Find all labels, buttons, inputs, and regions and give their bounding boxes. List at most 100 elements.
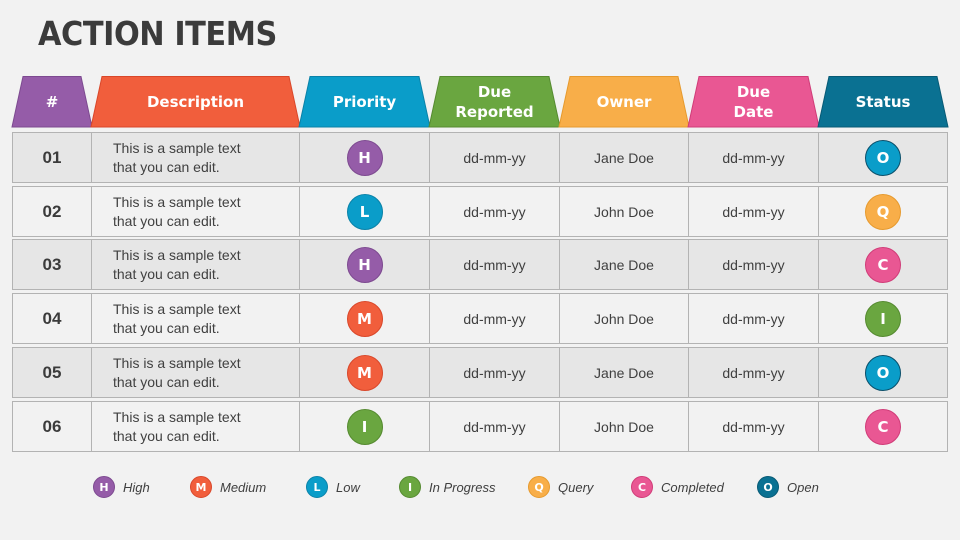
row-priority-cell[interactable]: I	[300, 402, 430, 451]
row-description: This is a sample text that you can edit.	[113, 139, 241, 175]
row-status-cell[interactable]: O	[819, 133, 947, 182]
row-priority-cell[interactable]: M	[300, 294, 430, 343]
header-number-label: #	[45, 92, 59, 111]
row-due-date-cell[interactable]: dd-mm-yy	[689, 240, 819, 289]
header-owner-label: Owner	[596, 92, 652, 111]
row-owner-cell[interactable]: Jane Doe	[560, 133, 689, 182]
row-number: 02	[42, 201, 62, 221]
row-description-cell[interactable]: This is a sample text that you can edit.	[92, 348, 300, 397]
priority-badge: I	[346, 408, 383, 445]
row-description-cell[interactable]: This is a sample text that you can edit.	[92, 294, 300, 343]
header-status: Status	[817, 76, 949, 128]
page-title: ACTION ITEMS	[38, 14, 277, 53]
row-number-cell[interactable]: 04	[13, 294, 92, 343]
priority-badge: H	[346, 246, 383, 283]
row-number-cell[interactable]: 03	[13, 240, 92, 289]
header-due-reported: Due Reported	[428, 76, 561, 128]
row-description-cell[interactable]: This is a sample text that you can edit.	[92, 240, 300, 289]
row-due-reported: dd-mm-yy	[463, 149, 526, 166]
row-priority-cell[interactable]: H	[300, 133, 430, 182]
header-due-date: Due Date	[687, 76, 820, 128]
row-due-date: dd-mm-yy	[722, 418, 785, 435]
row-due-date-cell[interactable]: dd-mm-yy	[689, 402, 819, 451]
row-due-reported-cell[interactable]: dd-mm-yy	[430, 240, 560, 289]
row-description: This is a sample text that you can edit.	[113, 354, 241, 390]
row-status-cell[interactable]: Q	[819, 187, 947, 236]
row-status-cell[interactable]: C	[819, 240, 947, 289]
row-priority-cell[interactable]: L	[300, 187, 430, 236]
row-owner-cell[interactable]: John Doe	[560, 187, 689, 236]
legend-item: H High	[93, 476, 150, 498]
row-number-cell[interactable]: 02	[13, 187, 92, 236]
table-row[interactable]: 03 This is a sample text that you can edi…	[12, 239, 948, 290]
row-number: 04	[42, 308, 62, 328]
table-row[interactable]: 05 This is a sample text that you can edi…	[12, 347, 948, 398]
table-row[interactable]: 04 This is a sample text that you can edi…	[12, 293, 948, 344]
row-owner: Jane Doe	[594, 364, 654, 381]
header-description: Description	[90, 76, 301, 128]
legend-label: In Progress	[429, 479, 496, 495]
row-due-reported-cell[interactable]: dd-mm-yy	[430, 133, 560, 182]
row-priority-cell[interactable]: M	[300, 348, 430, 397]
row-due-date-cell[interactable]: dd-mm-yy	[689, 294, 819, 343]
row-due-reported: dd-mm-yy	[463, 364, 526, 381]
row-due-date-cell[interactable]: dd-mm-yy	[689, 348, 819, 397]
priority-badge: M	[346, 354, 383, 391]
row-due-date-cell[interactable]: dd-mm-yy	[689, 187, 819, 236]
row-description-cell[interactable]: This is a sample text that you can edit.	[92, 187, 300, 236]
row-due-date: dd-mm-yy	[722, 149, 785, 166]
legend-item: Q Query	[528, 476, 593, 498]
status-badge: I	[865, 300, 901, 337]
status-badge: O	[865, 139, 901, 176]
legend-label: Medium	[220, 479, 267, 495]
status-badge: O	[865, 354, 901, 391]
legend-label: Open	[787, 479, 819, 495]
row-description-cell[interactable]: This is a sample text that you can edit.	[92, 402, 300, 451]
status-badge: Q	[865, 193, 901, 230]
row-owner-cell[interactable]: Jane Doe	[560, 240, 689, 289]
legend-label: Query	[558, 479, 594, 495]
row-due-reported: dd-mm-yy	[463, 310, 526, 327]
row-description-cell[interactable]: This is a sample text that you can edit.	[92, 133, 300, 182]
header-due-date-label: Due Date	[733, 82, 774, 121]
row-status-cell[interactable]: C	[819, 402, 947, 451]
status-badge: C	[865, 408, 901, 445]
row-owner: Jane Doe	[594, 256, 654, 273]
row-status-cell[interactable]: I	[819, 294, 947, 343]
legend-badge: L	[306, 476, 328, 498]
legend-badge: Q	[528, 476, 550, 498]
row-due-reported-cell[interactable]: dd-mm-yy	[430, 402, 560, 451]
row-priority-cell[interactable]: H	[300, 240, 430, 289]
row-due-reported: dd-mm-yy	[463, 256, 526, 273]
legend-item: I In Progress	[399, 476, 495, 498]
row-description: This is a sample text that you can edit.	[113, 246, 241, 282]
row-owner-cell[interactable]: Jane Doe	[560, 348, 689, 397]
row-owner: Jane Doe	[594, 149, 654, 166]
row-due-reported-cell[interactable]: dd-mm-yy	[430, 294, 560, 343]
row-number-cell[interactable]: 05	[13, 348, 92, 397]
row-status-cell[interactable]: O	[819, 348, 947, 397]
table-row[interactable]: 01 This is a sample text that you can edi…	[12, 132, 948, 183]
table-header: # Description Priority Due Reported Owne…	[0, 76, 960, 128]
legend-item: C Completed	[631, 476, 724, 498]
row-owner-cell[interactable]: John Doe	[560, 402, 689, 451]
table-row[interactable]: 06 This is a sample text that you can edi…	[12, 401, 948, 452]
row-description: This is a sample text that you can edit.	[113, 193, 241, 229]
row-number-cell[interactable]: 06	[13, 402, 92, 451]
table-row[interactable]: 02 This is a sample text that you can edi…	[12, 186, 948, 237]
row-number-cell[interactable]: 01	[13, 133, 92, 182]
row-due-date-cell[interactable]: dd-mm-yy	[689, 133, 819, 182]
row-due-reported-cell[interactable]: dd-mm-yy	[430, 348, 560, 397]
legend: H High M Medium L Low I In Progress Q Query C Compl…	[0, 476, 960, 498]
row-number: 03	[42, 254, 62, 274]
row-due-reported-cell[interactable]: dd-mm-yy	[430, 187, 560, 236]
legend-item: L Low	[306, 476, 360, 498]
row-due-date: dd-mm-yy	[722, 310, 785, 327]
header-priority-label: Priority	[332, 92, 397, 111]
status-badge: C	[865, 246, 901, 283]
header-status-label: Status	[855, 92, 911, 111]
priority-badge: M	[346, 300, 383, 337]
row-owner-cell[interactable]: John Doe	[560, 294, 689, 343]
row-due-date: dd-mm-yy	[722, 364, 785, 381]
legend-badge: I	[399, 476, 421, 498]
